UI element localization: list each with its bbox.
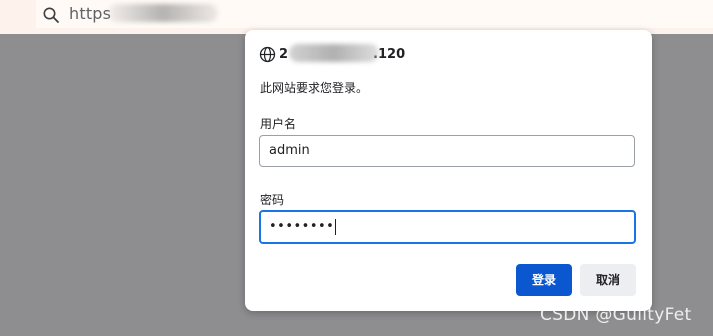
globe-icon xyxy=(259,46,276,63)
site-host-visible: 2 xyxy=(279,47,289,62)
login-dialog: 2.120 此网站要求您登录。 用户名 admin 密码 •••••••• 登录… xyxy=(245,30,652,311)
login-message: 此网站要求您登录。 xyxy=(260,81,369,95)
password-field[interactable]: •••••••• xyxy=(259,210,636,244)
password-value: •••••••• xyxy=(269,219,335,234)
url-redaction xyxy=(108,4,218,22)
username-field[interactable]: admin xyxy=(259,135,635,167)
address-bar-url[interactable]: https xyxy=(69,4,111,24)
cancel-button[interactable]: 取消 xyxy=(580,264,636,296)
password-label: 密码 xyxy=(260,193,285,207)
text-caret xyxy=(335,218,337,235)
username-label: 用户名 xyxy=(260,117,297,131)
search-icon xyxy=(42,6,60,24)
login-button[interactable]: 登录 xyxy=(516,264,572,296)
watermark: CSDN @GuiltyFet xyxy=(540,305,692,325)
username-value: admin xyxy=(269,143,310,158)
host-redaction xyxy=(289,44,379,62)
